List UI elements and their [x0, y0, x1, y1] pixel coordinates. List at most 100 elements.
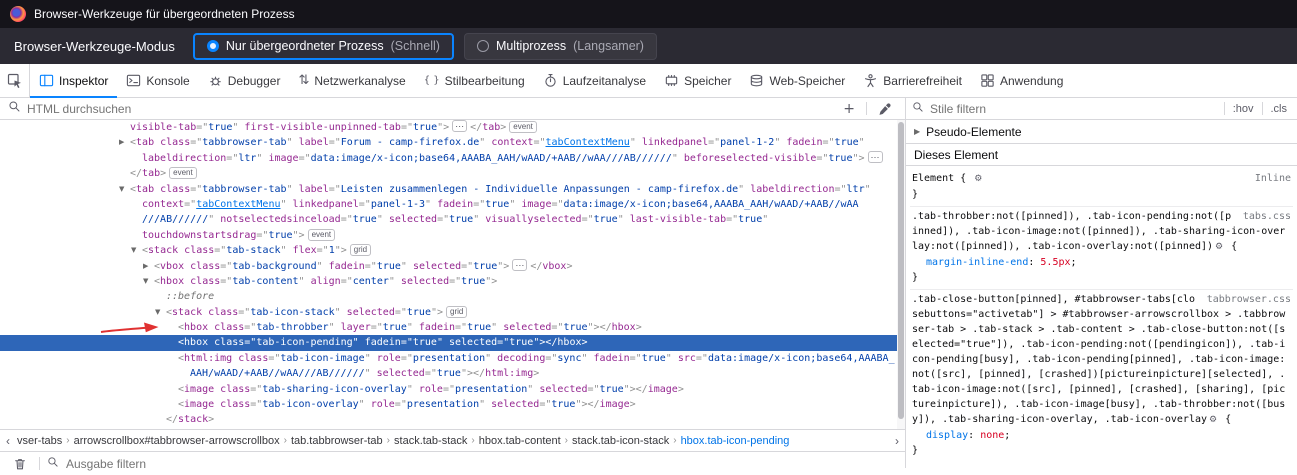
markup-idref-link[interactable]: tabContextMenu: [196, 199, 280, 210]
markup-attribute-value: true: [473, 261, 497, 272]
markup-line[interactable]: ::before: [0, 289, 897, 304]
event-badge[interactable]: event: [509, 121, 537, 133]
markup-attribute-name: class: [160, 184, 190, 195]
breadcrumb-item[interactable]: hbox.tab-icon-pending: [678, 435, 793, 447]
property-name[interactable]: display: [926, 430, 968, 441]
markup-line[interactable]: <hbox class="tab-throbber" layer="true" …: [0, 320, 897, 335]
collapsed-content-badge[interactable]: ⋯: [512, 259, 527, 271]
css-declaration[interactable]: margin-inline-end: 5.5px;: [912, 255, 1291, 270]
markup-attribute-name: visible-tab: [130, 122, 196, 133]
markup-line[interactable]: </stack>: [0, 412, 897, 427]
property-value[interactable]: none: [980, 430, 1004, 441]
class-panel-toggle[interactable]: .cls: [1267, 103, 1292, 115]
markup-line[interactable]: ▼<stack class="tab-stack" flex="1">grid: [0, 243, 897, 258]
mode-option-multiprocess[interactable]: Multiprozess (Langsamer): [464, 33, 657, 60]
collapse-arrow-icon[interactable]: ▼: [119, 182, 124, 197]
expand-arrow-icon[interactable]: ▶: [914, 127, 920, 136]
markup-tag-name: tab: [482, 122, 500, 133]
markup-line[interactable]: ▶<vbox class="tab-background" fadein="tr…: [0, 259, 897, 274]
console-filter-input[interactable]: [66, 457, 206, 471]
markup-punctuation: ": [437, 337, 449, 348]
markup-punctuation: =": [545, 353, 557, 364]
mode-option-hint: (Schnell): [391, 39, 440, 53]
tab-debugger[interactable]: Debugger: [199, 64, 290, 97]
eyedropper-button[interactable]: [873, 102, 897, 116]
markup-line[interactable]: <image class="tab-icon-overlay" role="pr…: [0, 397, 897, 412]
property-value[interactable]: 5.5px: [1040, 257, 1070, 268]
markup-attribute-name: align: [311, 276, 341, 287]
collapse-arrow-icon[interactable]: ▼: [143, 274, 148, 289]
tab-laufzeitanalyse[interactable]: Laufzeitanalyse: [534, 64, 655, 97]
markup-line[interactable]: context="tabContextMenu" linkedpanel="pa…: [0, 197, 897, 212]
css-rules-list: InlineElement { ⚙}tabs.css.tab-throbber:…: [906, 166, 1297, 462]
markup-line[interactable]: ///AB//////" notselectedsinceload="true"…: [0, 212, 897, 227]
markup-idref-link[interactable]: tabContextMenu: [546, 137, 630, 148]
breadcrumb-item[interactable]: hbox.tab-content: [476, 435, 564, 447]
tab-netzwerkanalyse[interactable]: ⇅Netzwerkanalyse: [289, 64, 414, 97]
markup-punctuation: ": [407, 384, 419, 395]
event-badge[interactable]: event: [169, 167, 197, 179]
tab-anwendung[interactable]: Anwendung: [971, 64, 1072, 97]
markup-attribute-value: tab-background: [232, 261, 316, 272]
breadcrumb-item[interactable]: stack.tab-stack: [391, 435, 470, 447]
gear-icon[interactable]: ⚙: [1209, 415, 1217, 425]
rule-selector[interactable]: Element: [912, 173, 954, 184]
tab-konsole[interactable]: Konsole: [117, 64, 198, 97]
breadcrumb-item[interactable]: vser-tabs: [14, 435, 65, 447]
collapse-arrow-icon[interactable]: ▼: [131, 243, 136, 258]
add-node-button[interactable]: +: [838, 102, 860, 116]
grid-badge[interactable]: grid: [350, 244, 371, 256]
scrollbar-thumb[interactable]: [898, 122, 904, 419]
rule-selector[interactable]: .tab-close-button[pinned], #tabbrowser-t…: [912, 294, 1285, 425]
expand-arrow-icon[interactable]: ▶: [143, 259, 148, 274]
markup-attribute-name: class: [208, 307, 238, 318]
pseudo-class-panel-toggle[interactable]: :hov: [1229, 103, 1258, 115]
markup-line[interactable]: ▼<hbox class="tab-content" align="center…: [0, 274, 897, 289]
tab-stilbearbeitung[interactable]: { }Stilbearbeitung: [415, 64, 534, 97]
markup-line[interactable]: touchdownstartsdrag="true">event: [0, 228, 897, 243]
markup-search-input[interactable]: [27, 102, 832, 116]
gear-icon[interactable]: ⚙: [1215, 242, 1223, 252]
property-name[interactable]: margin-inline-end: [926, 257, 1028, 268]
markup-scrollbar[interactable]: [897, 120, 905, 429]
markup-punctuation: ": [329, 322, 341, 333]
css-declaration[interactable]: display: none;: [912, 428, 1291, 443]
rule-source-link[interactable]: tabbrowser.css: [1207, 292, 1291, 307]
collapse-arrow-icon[interactable]: ▼: [155, 305, 160, 320]
markup-line[interactable]: AAH/wAAD/+AAB//wAA///AB//////" selected=…: [0, 366, 897, 381]
rule-source-link[interactable]: Inline: [1255, 171, 1291, 186]
markup-line[interactable]: ▼<stack class="tab-icon-stack" selected=…: [0, 305, 897, 320]
tab-speicher[interactable]: Speicher: [655, 64, 740, 97]
mode-option-parent-process[interactable]: Nur übergeordneter Prozess (Schnell): [193, 33, 454, 60]
node-picker-button[interactable]: [0, 64, 30, 97]
markup-line[interactable]: <html:img class="tab-icon-image" role="p…: [0, 351, 897, 366]
markup-line[interactable]: visible-tab="true" first-visible-unpinne…: [0, 120, 897, 135]
breadcrumb-item[interactable]: arrowscrollbox#tabbrowser-arrowscrollbox: [71, 435, 283, 447]
pseudo-elements-header[interactable]: ▶ Pseudo-Elemente: [906, 120, 1297, 144]
markup-line[interactable]: <hbox class="tab-icon-pending" fadein="t…: [0, 335, 897, 350]
markup-line[interactable]: ▼<tab class="tabbrowser-tab" label="Leis…: [0, 182, 897, 197]
breadcrumbs-scroll-left-button[interactable]: ‹: [2, 434, 14, 448]
tab-inspektor[interactable]: Inspektor: [30, 64, 117, 97]
breadcrumb-item[interactable]: tab.tabbrowser-tab: [288, 435, 386, 447]
breadcrumbs-scroll-right-button[interactable]: ›: [891, 434, 903, 448]
gear-icon[interactable]: ⚙: [974, 174, 982, 184]
expand-arrow-icon[interactable]: ▶: [119, 135, 124, 150]
collapsed-content-badge[interactable]: ⋯: [868, 151, 883, 163]
grid-badge[interactable]: grid: [446, 306, 467, 318]
rule-source-link[interactable]: tabs.css: [1243, 209, 1291, 224]
markup-line[interactable]: labeldirection="ltr" image="data:image/x…: [0, 151, 897, 166]
markup-line[interactable]: <image class="tab-sharing-icon-overlay" …: [0, 382, 897, 397]
collapsed-content-badge[interactable]: ⋯: [452, 120, 467, 132]
markup-line[interactable]: </tab>event: [0, 166, 897, 181]
markup-line[interactable]: ▶<tab class="tabbrowser-tab" label="Foru…: [0, 135, 897, 150]
tab-web-speicher[interactable]: Web-Speicher: [740, 64, 854, 97]
clear-console-button[interactable]: [8, 457, 32, 471]
style-filter-input[interactable]: [930, 102, 1218, 116]
breadcrumb-item[interactable]: stack.tab-icon-stack: [569, 435, 672, 447]
markup-punctuation: >: [678, 384, 684, 395]
markup-punctuation: ">: [852, 153, 864, 164]
markup-pseudo-element: ::before: [166, 291, 214, 302]
event-badge[interactable]: event: [308, 229, 336, 241]
tab-barrierefreiheit[interactable]: Barrierefreiheit: [854, 64, 971, 97]
